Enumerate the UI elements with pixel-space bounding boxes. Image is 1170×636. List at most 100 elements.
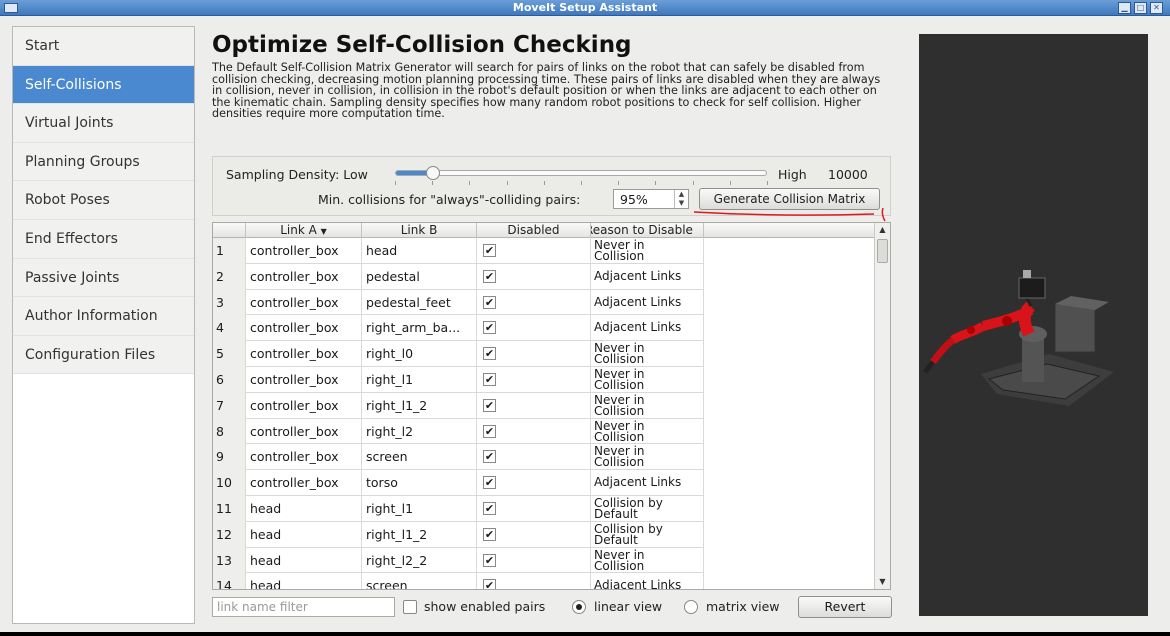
reason-text: Collision [594, 403, 645, 418]
robot-3d-viewer[interactable] [919, 34, 1148, 616]
reason-text: Collision [594, 558, 645, 573]
link-b-cell: right_l1_2 [362, 392, 477, 419]
sampling-density-slider[interactable] [395, 166, 767, 180]
header-link-a[interactable]: Link A ▼ [246, 223, 362, 238]
reason-cell: Collision by Default [591, 521, 704, 548]
reason-cell: Never in Collision [591, 418, 704, 445]
reason-cell: Adjacent Links [591, 315, 704, 342]
sampling-high-label: High [778, 167, 807, 182]
reason-text: Collision [594, 352, 645, 367]
min-collisions-spinbox[interactable]: 95% ▲ ▼ [613, 189, 689, 209]
reason-text: Default [594, 507, 638, 521]
disabled-checkbox[interactable]: ✔ [483, 553, 496, 567]
generate-collision-matrix-button[interactable]: Generate Collision Matrix [699, 188, 880, 210]
table-row[interactable]: 5 controller_box right_l0 ✔ Never in Collisio… [213, 341, 704, 367]
disabled-cell: ✔ [477, 547, 591, 574]
link-b-cell: pedestal [362, 263, 477, 290]
disabled-cell: ✔ [477, 521, 591, 548]
linear-view-radio[interactable] [572, 600, 586, 614]
disabled-cell: ✔ [477, 418, 591, 445]
scroll-down-icon[interactable]: ▼ [875, 575, 890, 589]
sidebar-item-start[interactable]: Start [13, 27, 194, 66]
link-a-cell: controller_box [246, 367, 362, 393]
table-row[interactable]: 12 head right_l1_2 ✔ Collision by Default [213, 521, 704, 548]
link-a-cell: controller_box [246, 315, 362, 342]
sidebar-item-configuration-files[interactable]: Configuration Files [13, 335, 194, 375]
row-number: 3 [213, 289, 246, 316]
disabled-cell: ✔ [477, 289, 591, 316]
disabled-checkbox[interactable]: ✔ [483, 398, 496, 412]
sampling-density-value: 10000 [828, 167, 868, 182]
link-a-cell: controller_box [246, 392, 362, 419]
revert-button[interactable]: Revert [798, 596, 892, 618]
sidebar-item-robot-poses[interactable]: Robot Poses [13, 181, 194, 220]
sidebar-item-planning-groups[interactable]: Planning Groups [13, 142, 194, 182]
table-row[interactable]: 14 head screen ✔ Adjacent Links [213, 573, 704, 589]
header-link-a-label: Link A [280, 223, 317, 237]
header-disabled[interactable]: Disabled [477, 223, 591, 238]
disabled-checkbox[interactable]: ✔ [483, 321, 496, 335]
disabled-checkbox[interactable]: ✔ [483, 527, 496, 541]
reason-text: Adjacent Links [594, 268, 682, 283]
disabled-checkbox[interactable]: ✔ [483, 347, 496, 361]
disabled-cell: ✔ [477, 367, 591, 393]
link-b-cell: right_arm_ba... [362, 315, 477, 342]
slider-ticks [395, 181, 768, 185]
sidebar-item-self-collisions[interactable]: Self-Collisions [13, 65, 194, 105]
slider-handle[interactable] [426, 166, 441, 180]
show-enabled-pairs-label: show enabled pairs [424, 599, 546, 614]
table-row[interactable]: 4 controller_box right_arm_ba... ✔ Adjacent … [213, 315, 704, 342]
disabled-checkbox[interactable]: ✔ [483, 295, 496, 309]
show-enabled-pairs-checkbox[interactable] [403, 600, 417, 614]
table-row[interactable]: 3 controller_box pedestal_feet ✔ Adjacent Li… [213, 289, 704, 316]
minimize-icon[interactable]: ▁ [1118, 2, 1131, 14]
table-row[interactable]: 6 controller_box right_l1 ✔ Never in Collisio… [213, 367, 704, 393]
slider-tick [729, 181, 731, 185]
header-reason[interactable]: Reason to Disable [591, 223, 704, 238]
scrollbar-thumb[interactable] [877, 239, 888, 263]
slider-tick [655, 181, 657, 185]
disabled-cell: ✔ [477, 444, 591, 471]
table-row[interactable]: 10 controller_box torso ✔ Adjacent Links [213, 470, 704, 496]
link-a-cell: controller_box [246, 289, 362, 316]
link-b-cell: right_l1_2 [362, 521, 477, 548]
table-row[interactable]: 13 head right_l2_2 ✔ Never in Collision [213, 547, 704, 574]
table-row[interactable]: 8 controller_box right_l2 ✔ Never in Collisio… [213, 418, 704, 445]
table-row[interactable]: 1 controller_box head ✔ Never in Collision [213, 238, 704, 264]
matrix-view-radio[interactable] [684, 600, 698, 614]
collision-table: Link A ▼ Link B Disabled Reason to Disab… [212, 222, 891, 590]
disabled-cell: ✔ [477, 315, 591, 342]
disabled-checkbox[interactable]: ✔ [483, 450, 496, 464]
disabled-checkbox[interactable]: ✔ [483, 579, 496, 589]
row-number: 7 [213, 392, 246, 419]
disabled-checkbox[interactable]: ✔ [483, 476, 496, 490]
header-link-b[interactable]: Link B [362, 223, 477, 238]
sidebar-item-author-information[interactable]: Author Information [13, 297, 194, 336]
table-row[interactable]: 7 controller_box right_l1_2 ✔ Never in Collis… [213, 392, 704, 419]
scroll-up-icon[interactable]: ▲ [875, 223, 890, 237]
table-row[interactable]: 2 controller_box pedestal ✔ Adjacent Links [213, 263, 704, 290]
sidebar-item-end-effectors[interactable]: End Effectors [13, 219, 194, 259]
sidebar-item-passive-joints[interactable]: Passive Joints [13, 258, 194, 298]
table-row[interactable]: 11 head right_l1 ✔ Collision by Default [213, 496, 704, 522]
reason-cell: Never in Collision [591, 392, 704, 419]
table-scrollbar[interactable]: ▲ ▼ [874, 223, 890, 589]
sidebar-item-virtual-joints[interactable]: Virtual Joints [13, 104, 194, 143]
main-window: MoveIt Setup Assistant ▁ □ ✕ Start Self-… [0, 0, 1170, 632]
spin-arrows-icon[interactable]: ▲ ▼ [674, 190, 688, 208]
close-icon[interactable]: ✕ [1150, 2, 1163, 14]
disabled-checkbox[interactable]: ✔ [483, 502, 496, 515]
link-name-filter-input[interactable]: link name filter [212, 597, 395, 617]
window-title: MoveIt Setup Assistant [512, 1, 658, 14]
disabled-checkbox[interactable]: ✔ [483, 269, 496, 283]
main-panel: Optimize Self-Collision Checking The Def… [204, 26, 904, 626]
slider-tick [432, 181, 434, 185]
maximize-icon[interactable]: □ [1134, 2, 1147, 14]
table-row[interactable]: 9 controller_box screen ✔ Never in Collision [213, 444, 704, 471]
link-a-cell: head [246, 573, 362, 589]
disabled-checkbox[interactable]: ✔ [483, 244, 496, 257]
disabled-checkbox[interactable]: ✔ [483, 424, 496, 438]
disabled-checkbox[interactable]: ✔ [483, 373, 496, 386]
slider-tick [767, 181, 768, 185]
link-b-cell: right_l2 [362, 418, 477, 445]
